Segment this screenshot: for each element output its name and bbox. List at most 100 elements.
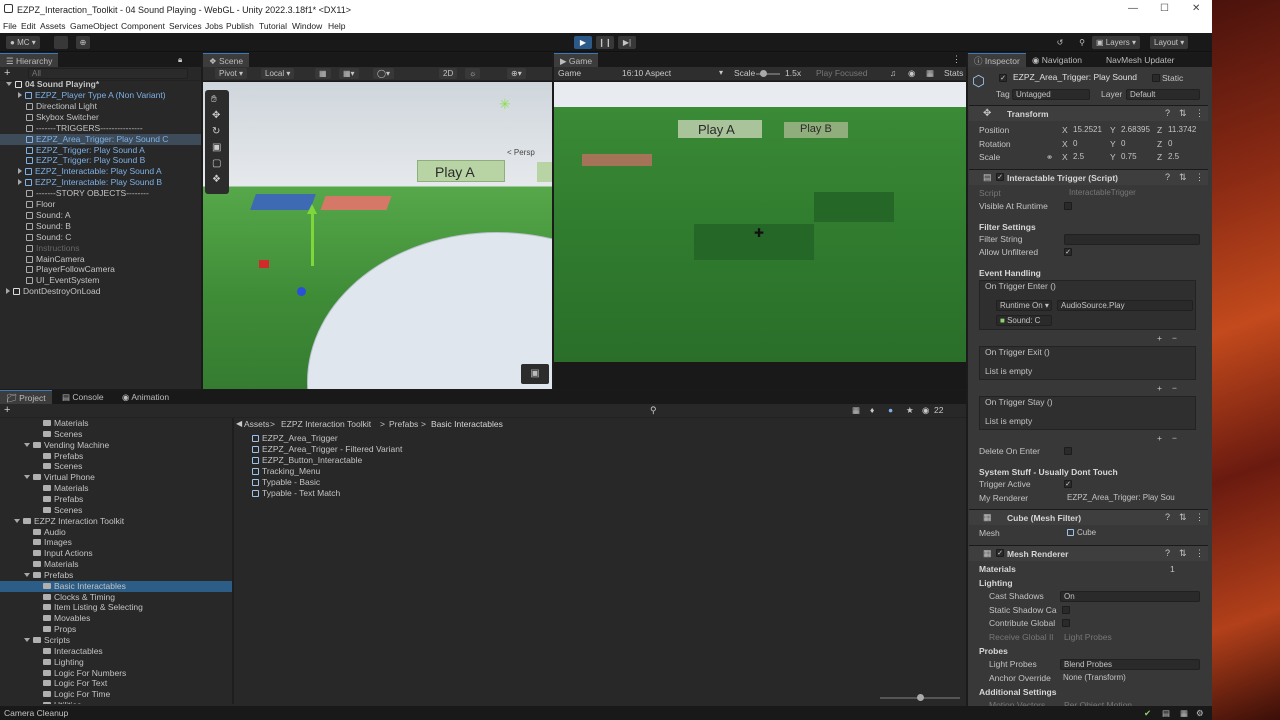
folder-item[interactable]: Logic For Numbers bbox=[0, 668, 232, 679]
tab-game[interactable]: ▶ Game bbox=[554, 53, 599, 67]
search-icon[interactable]: ⚲ bbox=[1074, 36, 1090, 49]
component-menu-icon[interactable]: ⋮ bbox=[1195, 172, 1204, 183]
asset-item[interactable]: EZPZ_Area_Trigger bbox=[252, 433, 338, 444]
event-remove-button[interactable]: − bbox=[1172, 332, 1177, 344]
orientation-gizmo-icon[interactable]: ✳ bbox=[499, 96, 511, 113]
layer-dropdown[interactable]: Default bbox=[1126, 89, 1200, 100]
tab-hierarchy[interactable]: ☰ Hierarchy bbox=[0, 53, 59, 67]
menu-file[interactable]: File bbox=[3, 21, 17, 31]
folder-item[interactable]: Scripts bbox=[0, 635, 232, 646]
scale-z[interactable]: 2.5 bbox=[1165, 152, 1203, 163]
folder-item[interactable]: Utilities bbox=[0, 700, 232, 704]
transform-header[interactable]: ✥ Transform ? ⇅ ⋮ bbox=[969, 105, 1208, 121]
folder-item[interactable]: Lighting bbox=[0, 657, 232, 668]
rect-tool-icon[interactable]: ▢ bbox=[212, 158, 221, 169]
folder-item[interactable]: Item Listing & Selecting bbox=[0, 602, 232, 613]
folder-item[interactable]: Virtual Phone bbox=[0, 472, 232, 483]
maximize-button[interactable]: ☐ bbox=[1160, 3, 1169, 14]
hierarchy-item[interactable]: Instructions bbox=[0, 243, 201, 254]
expand-icon[interactable] bbox=[6, 288, 10, 295]
tab-scene[interactable]: ❖ Scene bbox=[203, 53, 250, 67]
mesh-renderer-header[interactable]: ▦ ✓ Mesh Renderer ? ⇅ ⋮ bbox=[969, 545, 1208, 561]
settings-icon[interactable]: ⚙︎ bbox=[1196, 706, 1204, 720]
tag-dropdown[interactable]: Untagged bbox=[1012, 89, 1090, 100]
constrain-proportions-icon[interactable]: ⚭ bbox=[1046, 151, 1053, 163]
lighting-icon[interactable]: ☼ bbox=[465, 68, 481, 79]
stats-button[interactable]: Stats bbox=[944, 68, 963, 78]
expand-icon[interactable] bbox=[24, 638, 30, 642]
menu-assets[interactable]: Assets bbox=[40, 21, 66, 31]
folder-item[interactable]: Materials bbox=[0, 559, 232, 570]
visible-runtime-checkbox[interactable] bbox=[1064, 202, 1072, 210]
scale-slider-thumb[interactable] bbox=[760, 70, 767, 77]
stay-add-button[interactable]: + bbox=[1157, 432, 1162, 444]
step-button[interactable]: ▶| bbox=[618, 36, 636, 49]
pause-button[interactable]: ❙❙ bbox=[596, 36, 614, 49]
filter-label-icon[interactable]: ♦ bbox=[870, 405, 874, 415]
tab-navigation[interactable]: ◉ Navigation bbox=[1026, 53, 1088, 67]
hierarchy-item[interactable]: Sound: C bbox=[0, 232, 201, 243]
hierarchy-item[interactable]: Sound: A bbox=[0, 210, 201, 221]
play-button[interactable]: ▶ bbox=[574, 36, 592, 49]
play-focused-dropdown[interactable]: Play Focused bbox=[816, 68, 868, 78]
hierarchy-item[interactable]: EZPZ_Area_Trigger: Play Sound C bbox=[0, 133, 201, 145]
folder-item[interactable]: Scenes bbox=[0, 505, 232, 516]
aspect-dropdown[interactable]: 16:10 Aspect bbox=[622, 68, 671, 78]
account-button[interactable]: ● MC ▾ bbox=[6, 36, 40, 49]
help-icon[interactable]: ? bbox=[1165, 548, 1170, 558]
position-x[interactable]: 15.2521 bbox=[1070, 125, 1108, 136]
function-dropdown[interactable]: AudioSource.Play bbox=[1057, 300, 1193, 311]
folder-item[interactable]: Images bbox=[0, 537, 232, 548]
anchor-override-field[interactable]: None (Transform) bbox=[1060, 673, 1200, 684]
expand-icon[interactable] bbox=[6, 82, 12, 86]
breadcrumb-current[interactable]: Basic Interactables bbox=[431, 419, 503, 429]
hierarchy-item[interactable]: MainCamera bbox=[0, 254, 201, 265]
graphics-icon[interactable]: ▦ bbox=[1180, 706, 1188, 720]
grid-snap-icon[interactable]: ▦ bbox=[315, 68, 331, 79]
tab-console[interactable]: ▤ Console bbox=[56, 390, 110, 404]
hierarchy-item[interactable]: -------TRIGGERS--------------- bbox=[0, 123, 201, 134]
hierarchy-item[interactable]: EZPZ_Interactable: Play Sound B bbox=[0, 177, 201, 188]
menu-help[interactable]: Help bbox=[328, 21, 345, 31]
folder-item[interactable]: Movables bbox=[0, 613, 232, 624]
runtime-dropdown[interactable]: Runtime On ▾ bbox=[996, 300, 1052, 311]
hierarchy-item[interactable]: EZPZ_Trigger: Play Sound A bbox=[0, 145, 201, 156]
presets-icon[interactable]: ⇅ bbox=[1179, 172, 1187, 183]
allow-unfiltered-checkbox[interactable]: ✓ bbox=[1064, 248, 1072, 256]
tab-inspector[interactable]: ⓘ Inspector bbox=[968, 53, 1026, 67]
expand-icon[interactable] bbox=[24, 572, 30, 577]
hierarchy-item[interactable]: Skybox Switcher bbox=[0, 112, 201, 123]
help-icon[interactable]: ? bbox=[1165, 172, 1170, 182]
cloud-icon[interactable] bbox=[54, 36, 68, 49]
hierarchy-item[interactable]: -------STORY OBJECTS-------- bbox=[0, 188, 201, 199]
expand-icon[interactable] bbox=[24, 442, 30, 447]
folder-item[interactable]: Basic Interactables bbox=[0, 580, 232, 592]
filter-string-input[interactable] bbox=[1064, 234, 1200, 245]
renderer-enabled-checkbox[interactable]: ✓ bbox=[996, 549, 1004, 557]
hierarchy-item[interactable]: EZPZ_Player Type A (Non Variant) bbox=[0, 90, 201, 101]
filter-type-icon[interactable]: ▦ bbox=[852, 405, 860, 416]
static-shadow-checkbox[interactable] bbox=[1062, 606, 1070, 614]
delete-on-enter-checkbox[interactable] bbox=[1064, 447, 1072, 455]
event-add-button[interactable]: + bbox=[1157, 332, 1162, 344]
component-menu-icon[interactable]: ⋮ bbox=[1195, 512, 1204, 523]
folder-item[interactable]: Prefabs bbox=[0, 451, 232, 462]
game-viewport[interactable]: Play A Play B ✚ bbox=[554, 82, 966, 362]
folder-item[interactable]: Audio bbox=[0, 527, 232, 538]
hierarchy-item[interactable]: Floor bbox=[0, 199, 201, 210]
folder-item[interactable]: Prefabs bbox=[0, 570, 232, 581]
local-dropdown[interactable]: Local ▾ bbox=[261, 68, 295, 79]
scale-tool-icon[interactable]: ▣ bbox=[212, 142, 221, 153]
gizmos-game-icon[interactable]: ◉ bbox=[908, 68, 915, 79]
hierarchy-item[interactable]: EZPZ_Interactable: Play Sound A bbox=[0, 166, 201, 177]
help-icon[interactable]: ? bbox=[1165, 512, 1170, 522]
folder-item[interactable]: Vending Machine bbox=[0, 440, 232, 451]
folder-item[interactable]: EZPZ Interaction Toolkit bbox=[0, 516, 232, 527]
my-renderer-field[interactable]: EZPZ_Area_Trigger: Play Sou bbox=[1064, 493, 1200, 504]
expand-icon[interactable] bbox=[14, 518, 20, 523]
hierarchy-item[interactable]: DontDestroyOnLoad bbox=[0, 286, 201, 297]
close-button[interactable]: ✕ bbox=[1192, 3, 1200, 14]
asset-item[interactable]: Tracking_Menu bbox=[252, 466, 320, 477]
menu-publish[interactable]: Publish bbox=[226, 21, 254, 31]
menu-tutorial[interactable]: Tutorial bbox=[259, 21, 287, 31]
